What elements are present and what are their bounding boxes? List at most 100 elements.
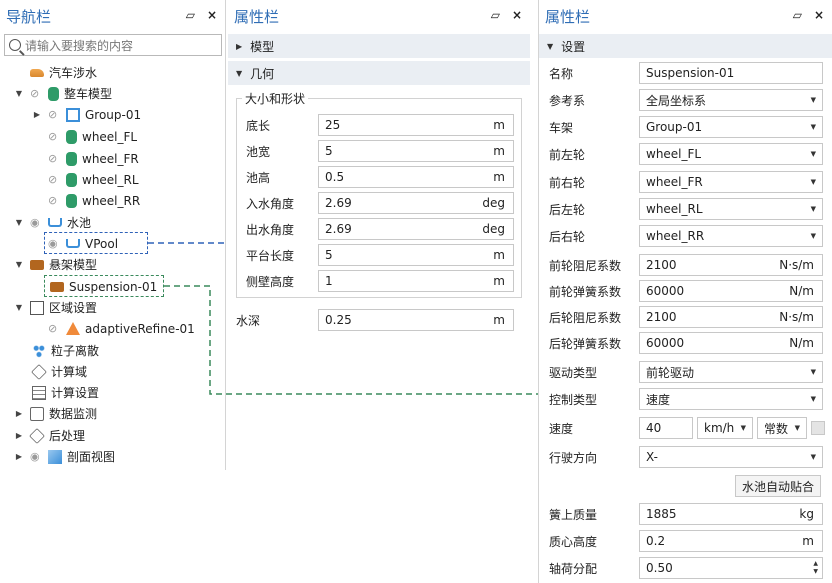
cog-height-field[interactable]: 0.2 m (639, 530, 823, 552)
reference-frame-select[interactable]: 全局坐标系 ▼ (639, 89, 823, 111)
pool-width-field[interactable]: 5m (318, 140, 514, 162)
expand-arrow-icon[interactable]: ▶ (14, 431, 24, 440)
pin-icon[interactable]: ▱ (186, 9, 195, 21)
load-distribution-spinner[interactable]: 0.50 ▲ ▼ (639, 557, 823, 579)
control-type-select[interactable]: 速度 ▼ (639, 388, 823, 410)
tree-item-suspension-model[interactable]: ▼ 悬架模型 (14, 254, 97, 275)
field-label: 池宽 (246, 144, 271, 159)
front-left-wheel-select[interactable]: wheel_FL ▼ (639, 143, 823, 165)
section-model[interactable]: ▶ 模型 (228, 34, 530, 58)
tree-item-region-settings[interactable]: ▼ 区域设置 (14, 297, 97, 318)
speed-mode-select[interactable]: 常数 ▼ (757, 417, 807, 439)
front-right-wheel-select[interactable]: wheel_FR ▼ (639, 171, 823, 193)
dropdown-arrow-icon: ▼ (810, 368, 816, 376)
eye-hidden-icon[interactable]: ⊘ (48, 173, 62, 186)
eye-hidden-icon[interactable]: ⊘ (48, 322, 62, 335)
row-load-distribution: 轴荷分配 0.50 ▲ ▼ (549, 557, 825, 579)
pool-auto-fit-button[interactable]: 水池自动贴合 (735, 475, 821, 497)
tree-item-wheel-rl[interactable]: ⊘ wheel_RL (48, 169, 139, 190)
eye-hidden-icon[interactable]: ⊘ (30, 87, 44, 100)
field-label: 入水角度 (246, 196, 295, 211)
suspension-highlight-box (44, 275, 164, 297)
eye-icon[interactable]: ◉ (30, 450, 44, 463)
section-geometry[interactable]: ▼ 几何 (228, 61, 530, 85)
bottom-length-field[interactable]: 25 m (318, 114, 514, 136)
pin-icon[interactable]: ▱ (793, 9, 802, 21)
tree-item-data-monitor[interactable]: ▶ 数据监测 (14, 403, 97, 424)
field-value: 常数 (764, 421, 789, 436)
dropdown-arrow-icon: ▼ (794, 424, 800, 432)
eye-hidden-icon[interactable]: ⊘ (48, 194, 62, 207)
expand-arrow-icon[interactable]: ▶ (14, 452, 24, 461)
tree-item-pool[interactable]: ▼ ◉ 水池 (14, 212, 91, 233)
eye-hidden-icon[interactable]: ⊘ (48, 152, 62, 165)
speed-field[interactable]: 40 (639, 417, 693, 439)
tree-item-adaptive-refine[interactable]: ⊘ adaptiveRefine-01 (48, 318, 195, 339)
collapse-arrow-icon[interactable]: ▼ (14, 303, 24, 312)
field-label: 水深 (236, 313, 261, 328)
close-icon[interactable]: × (512, 9, 522, 21)
rear-damping-field[interactable]: 2100 N·s/m (639, 306, 823, 328)
field-value: 5 (325, 144, 333, 158)
field-value: X- (646, 450, 658, 464)
collapse-arrow-icon[interactable]: ▼ (14, 218, 24, 227)
rear-spring-field[interactable]: 60000 N/m (639, 332, 823, 354)
water-depth-field[interactable]: 0.25 m (318, 309, 514, 331)
tree-item-particle-discrete[interactable]: 粒子离散 (32, 340, 99, 361)
close-icon[interactable]: × (207, 9, 217, 21)
platform-length-field[interactable]: 5m (318, 244, 514, 266)
tree-item-wheel-fl[interactable]: ⊘ wheel_FL (48, 126, 137, 147)
speed-option-box[interactable] (811, 421, 825, 435)
row-direction: 行驶方向 X- ▼ (549, 446, 825, 468)
domain-icon (31, 363, 47, 380)
pin-icon[interactable]: ▱ (491, 9, 500, 21)
tree-item-car-wading[interactable]: 汽车涉水 (30, 62, 97, 83)
frame-select[interactable]: Group-01 ▼ (639, 116, 823, 138)
close-icon[interactable]: × (814, 9, 824, 21)
eye-hidden-icon[interactable]: ⊘ (48, 108, 62, 121)
speed-unit-select[interactable]: km/h ▼ (697, 417, 753, 439)
pool-height-field[interactable]: 0.5 m (318, 166, 514, 188)
front-damping-field[interactable]: 2100 N·s/m (639, 254, 823, 276)
side-wall-height-field[interactable]: 1m (318, 270, 514, 292)
dropdown-arrow-icon: ▼ (810, 453, 816, 461)
field-label: 参考系 (549, 93, 586, 108)
search-input[interactable]: 请输入要搜索的内容 (4, 34, 222, 56)
tree-item-wheel-rr[interactable]: ⊘ wheel_RR (48, 190, 140, 211)
rear-left-wheel-select[interactable]: wheel_RL ▼ (639, 198, 823, 220)
tree-item-label: 后处理 (49, 429, 86, 443)
tree-item-vehicle-model[interactable]: ▼ ⊘ 整车模型 (14, 83, 112, 104)
tree-item-compute-settings[interactable]: 计算设置 (32, 382, 99, 403)
entry-angle-field[interactable]: 2.69 deg (318, 192, 514, 214)
suspension-properties-panel: 属性栏 ▱ × ▼ 设置 名称 Suspension-01 参考系 全局坐标系 ▼… (538, 0, 832, 583)
section-icon (48, 449, 62, 464)
collapse-arrow-icon[interactable]: ▼ (14, 260, 24, 269)
dropdown-arrow-icon: ▼ (810, 395, 816, 403)
postprocess-icon (29, 427, 45, 444)
field-value: 0.50 (646, 561, 673, 575)
tree-item-compute-domain[interactable]: 计算域 (31, 361, 87, 382)
sprung-mass-field[interactable]: 1885 kg (639, 503, 823, 525)
eye-icon[interactable]: ◉ (30, 216, 44, 229)
eye-hidden-icon[interactable]: ⊘ (48, 130, 62, 143)
tree-item-wheel-fr[interactable]: ⊘ wheel_FR (48, 148, 139, 169)
field-value: 前轮驱动 (646, 365, 695, 380)
row-rear-right-wheel: 后右轮 wheel_RR ▼ (549, 225, 825, 247)
spinner-arrows-icon[interactable]: ▲ ▼ (813, 560, 818, 576)
tree-item-section-view[interactable]: ▶ ◉ 剖面视图 (14, 446, 115, 467)
collapse-arrow-icon[interactable]: ▼ (14, 89, 24, 98)
row-pool-height: 池高 0.5 m (246, 166, 516, 188)
expand-arrow-icon[interactable]: ▶ (32, 110, 42, 119)
drive-type-select[interactable]: 前轮驱动 ▼ (639, 361, 823, 383)
expand-arrow-icon[interactable]: ▶ (14, 409, 24, 418)
rear-right-wheel-select[interactable]: wheel_RR ▼ (639, 225, 823, 247)
direction-select[interactable]: X- ▼ (639, 446, 823, 468)
row-platform-length: 平台长度 5m (246, 244, 516, 266)
exit-angle-field[interactable]: 2.69 deg (318, 218, 514, 240)
field-unit: deg (482, 196, 505, 210)
section-settings[interactable]: ▼ 设置 (539, 34, 832, 58)
name-field[interactable]: Suspension-01 (639, 62, 823, 84)
tree-item-group-01[interactable]: ▶ ⊘ Group-01 (32, 104, 141, 125)
tree-item-postprocess[interactable]: ▶ 后处理 (14, 425, 85, 446)
front-spring-field[interactable]: 60000 N/m (639, 280, 823, 302)
